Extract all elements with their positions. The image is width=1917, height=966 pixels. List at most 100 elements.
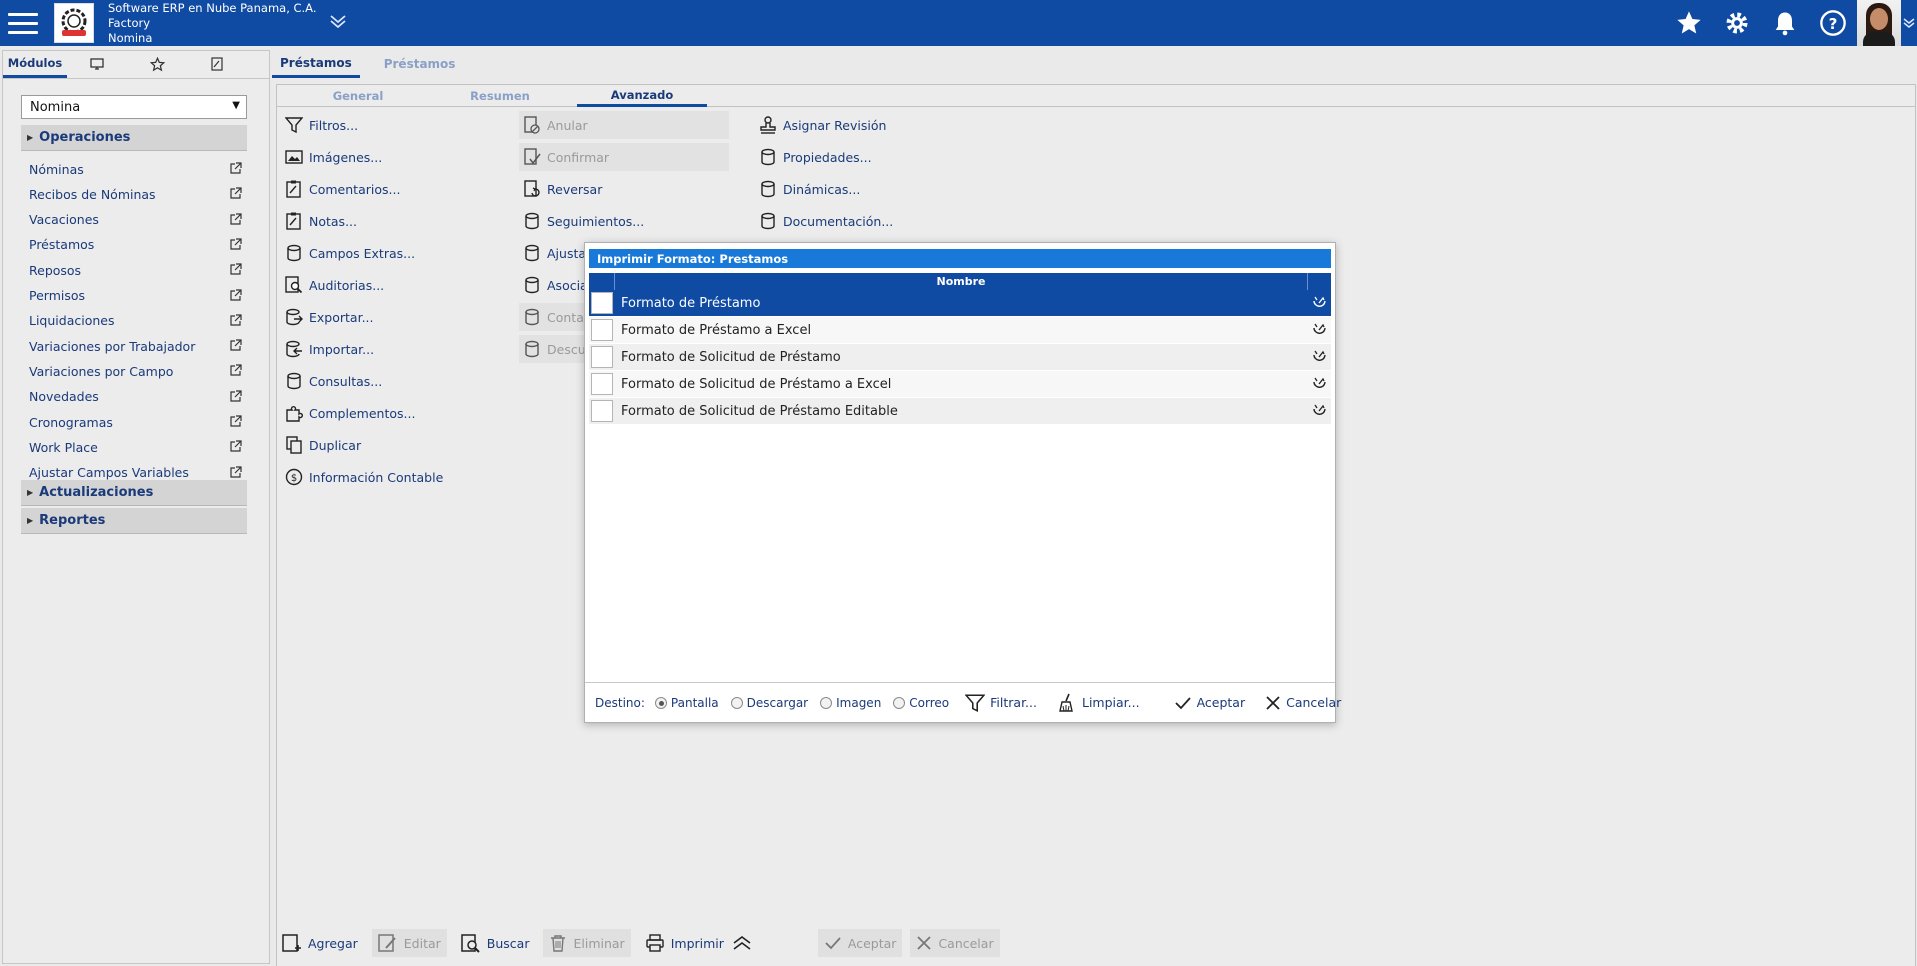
external-link-icon[interactable]	[229, 465, 243, 480]
external-link-icon[interactable]	[229, 212, 243, 227]
imprimir-button[interactable]: Imprimir	[639, 929, 764, 957]
sidebar-item[interactable]: Nóminas	[29, 156, 243, 182]
menu-icon[interactable]	[0, 0, 46, 46]
section-actualizaciones[interactable]: ▶ Actualizaciones	[21, 480, 247, 506]
row-checkbox[interactable]	[591, 346, 613, 368]
confirmar-button[interactable]: Confirmar	[519, 143, 729, 171]
external-link-icon[interactable]	[229, 162, 243, 176]
radio-pantalla[interactable]: Pantalla	[654, 696, 719, 710]
star-icon[interactable]	[127, 50, 187, 78]
propiedades-button[interactable]: Propiedades...	[759, 143, 872, 171]
seguimientos-button[interactable]: Seguimientos...	[519, 207, 729, 235]
chevron-down-icon[interactable]	[1901, 0, 1917, 46]
sidebar-item[interactable]: Préstamos	[29, 232, 243, 258]
reversar-button[interactable]: Reversar	[519, 175, 729, 203]
asignar-revision-button[interactable]: Asignar Revisión	[759, 111, 886, 139]
row-checkbox[interactable]	[591, 292, 613, 314]
section-reportes[interactable]: ▶ Reportes	[21, 508, 247, 534]
table-row[interactable]: Formato de Préstamo a Excel	[589, 317, 1331, 344]
external-link-icon[interactable]	[229, 364, 243, 378]
eliminar-button[interactable]: Eliminar	[543, 929, 631, 957]
radio-dot[interactable]	[893, 696, 906, 709]
external-link-icon[interactable]	[229, 238, 243, 252]
header-nombre[interactable]: Nombre	[615, 275, 1307, 288]
documentacion-button[interactable]: Documentación...	[759, 207, 893, 235]
radio-dot[interactable]	[820, 696, 833, 709]
sidebar-item[interactable]: Novedades	[29, 384, 243, 410]
sidebar-item[interactable]: Variaciones por Trabajador	[29, 333, 243, 359]
duplicar-button[interactable]: Duplicar	[285, 431, 361, 459]
tab-modulos[interactable]: Módulos	[3, 50, 67, 78]
external-link-icon[interactable]	[229, 187, 243, 201]
notas-button[interactable]: Notas...	[285, 207, 357, 235]
table-row[interactable]: Formato de Solicitud de Préstamo a Excel	[589, 371, 1331, 398]
row-checkbox[interactable]	[591, 373, 613, 395]
dialog-cancelar-button[interactable]: Cancelar	[1265, 695, 1341, 711]
cancelar-button[interactable]: Cancelar	[910, 929, 1000, 957]
row-checkbox[interactable]	[591, 400, 613, 422]
help-icon[interactable]: ?	[1809, 0, 1857, 46]
anular-button[interactable]: Anular	[519, 111, 729, 139]
radio-descargar[interactable]: Descargar	[730, 696, 808, 710]
filtros-button[interactable]: Filtros...	[285, 111, 358, 139]
importar-button[interactable]: Importar...	[285, 335, 374, 363]
user-avatar[interactable]	[1857, 0, 1901, 46]
exportar-button[interactable]: Exportar...	[285, 303, 374, 331]
tab-prestamos[interactable]: Préstamos	[272, 50, 360, 78]
aceptar-button[interactable]: Aceptar	[817, 929, 903, 957]
imagenes-button[interactable]: Imágenes...	[285, 143, 382, 171]
radio-imagen[interactable]: Imagen	[820, 696, 881, 710]
notifications-bell-icon[interactable]	[1761, 0, 1809, 46]
sidebar-item[interactable]: Variaciones por Campo	[29, 358, 243, 384]
campos-extras-button[interactable]: Campos Extras...	[285, 239, 415, 267]
dinamicas-button[interactable]: Dinámicas...	[759, 175, 860, 203]
complementos-button[interactable]: Complementos...	[285, 399, 415, 427]
filtrar-button[interactable]: Filtrar...	[965, 693, 1037, 713]
tab-prestamos-2[interactable]: Préstamos	[376, 50, 464, 78]
subtab-general[interactable]: General	[293, 85, 423, 107]
section-operaciones[interactable]: ▶ Operaciones	[21, 125, 247, 151]
external-link-icon[interactable]	[229, 339, 243, 353]
print-format-icon[interactable]	[1307, 349, 1331, 365]
sidebar-item[interactable]: Permisos	[29, 283, 243, 309]
external-link-icon[interactable]	[229, 314, 243, 328]
table-row[interactable]: Formato de Préstamo	[589, 290, 1331, 317]
limpiar-button[interactable]: Limpiar...	[1057, 693, 1140, 713]
print-format-icon[interactable]	[1307, 322, 1331, 338]
print-format-icon[interactable]	[1307, 403, 1331, 419]
external-link-icon[interactable]	[229, 440, 243, 454]
favorites-star-icon[interactable]	[1665, 0, 1713, 46]
print-format-icon[interactable]	[1307, 376, 1331, 392]
editar-button[interactable]: Editar	[371, 929, 447, 957]
sidebar-item[interactable]: Liquidaciones	[29, 308, 243, 334]
dialog-aceptar-button[interactable]: Aceptar	[1174, 694, 1245, 712]
comentarios-button[interactable]: Comentarios...	[285, 175, 400, 203]
radio-correo[interactable]: Correo	[893, 696, 949, 710]
sidebar-item[interactable]: Reposos	[29, 257, 243, 283]
sidebar-item[interactable]: Work Place	[29, 434, 243, 460]
auditorias-button[interactable]: Auditorias...	[285, 271, 384, 299]
sidebar-item[interactable]: Recibos de Nóminas	[29, 181, 243, 207]
table-row[interactable]: Formato de Solicitud de Préstamo Editabl…	[589, 398, 1331, 425]
row-checkbox[interactable]	[591, 319, 613, 341]
consultas-button[interactable]: Consultas...	[285, 367, 382, 395]
print-format-icon[interactable]	[1307, 295, 1331, 311]
external-link-icon[interactable]	[229, 288, 243, 303]
buscar-button[interactable]: Buscar	[455, 929, 536, 957]
edit-icon[interactable]	[187, 50, 247, 78]
sidebar-item[interactable]: Vacaciones	[29, 207, 243, 233]
settings-gear-icon[interactable]	[1713, 0, 1761, 46]
sidebar-item[interactable]: Cronogramas	[29, 409, 243, 435]
subtab-avanzado[interactable]: Avanzado	[577, 85, 707, 107]
radio-dot-selected[interactable]	[654, 696, 667, 709]
monitor-icon[interactable]	[67, 50, 127, 78]
external-link-icon[interactable]	[229, 263, 243, 277]
double-chevron-down-icon[interactable]	[329, 12, 347, 34]
informacion-contable-button[interactable]: $ Información Contable	[285, 463, 443, 491]
module-select[interactable]: Nomina ▼	[21, 95, 247, 119]
subtab-resumen[interactable]: Resumen	[435, 85, 565, 107]
radio-dot[interactable]	[730, 696, 743, 709]
agregar-button[interactable]: Agregar	[276, 929, 364, 957]
external-link-icon[interactable]	[229, 390, 243, 404]
table-row[interactable]: Formato de Solicitud de Préstamo	[589, 344, 1331, 371]
